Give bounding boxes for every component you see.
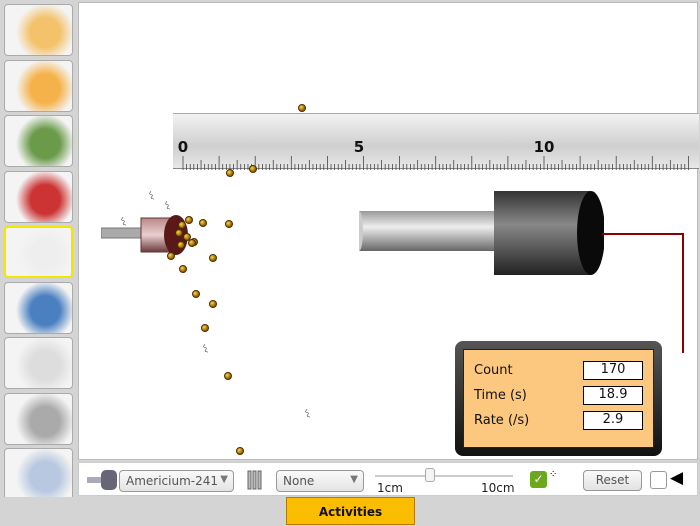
gamma-wave: 〰	[197, 343, 211, 355]
sound-checkbox[interactable]	[650, 471, 667, 489]
absorber-icon	[247, 470, 262, 490]
source-select[interactable]: Americium-241 ▼	[119, 470, 234, 492]
sidebar-item-half-life[interactable]	[4, 337, 73, 389]
sidebar-item-atom-lattice[interactable]	[4, 281, 73, 334]
radiation-icon: ⁘	[549, 469, 558, 480]
absorber-select[interactable]: None ▼	[276, 470, 364, 492]
sidebar-item-cube-3d[interactable]	[4, 170, 73, 223]
radioactive-source[interactable]	[101, 208, 191, 268]
control-bar: Americium-241 ▼ None ▼ 1cm 10cm ✓ ⁘ Reset …	[78, 462, 698, 496]
alpha-particle	[236, 447, 244, 455]
ruler-label-10: 10	[533, 138, 555, 156]
distance-max-label: 10cm	[481, 481, 515, 495]
geiger-detector[interactable]	[359, 189, 604, 279]
ruler-label-5: 5	[353, 138, 365, 156]
rate-value: 2.9	[583, 411, 643, 430]
footer: Activities	[0, 497, 700, 525]
alpha-particle	[209, 254, 217, 262]
alpha-particle	[177, 241, 185, 249]
sidebar-item-decay-chain[interactable]	[4, 392, 73, 445]
alpha-particle	[249, 165, 257, 173]
rate-label: Rate (/s)	[474, 413, 530, 428]
gamma-wave: 〰	[143, 190, 157, 202]
chevron-down-icon: ▼	[350, 474, 358, 485]
alpha-particle	[192, 290, 200, 298]
sidebar-item-nucleus-decay[interactable]	[4, 115, 73, 167]
activities-tab[interactable]: Activities	[286, 497, 415, 525]
alpha-particle	[226, 169, 234, 177]
ruler[interactable]: 0 5 10	[173, 113, 699, 170]
alpha-particle	[209, 300, 217, 308]
alpha-particle	[175, 229, 183, 237]
reset-button[interactable]: Reset	[583, 470, 642, 491]
sidebar	[0, 0, 77, 500]
sidebar-item-source-detector[interactable]	[4, 226, 73, 278]
source-icon	[87, 470, 117, 490]
counter-display: Count 170 Time (s) 18.9 Rate (/s) 2.9	[455, 341, 662, 456]
absorber-select-value: None	[283, 474, 315, 488]
count-value: 170	[583, 361, 643, 380]
alpha-particle	[179, 265, 187, 273]
alpha-particle	[188, 239, 196, 247]
chevron-down-icon: ▼	[220, 474, 228, 485]
simulation-stage: 0 5 10 Count 170 Time (s) 18.9 Rate (/s) 2.…	[78, 2, 699, 460]
show-radiation-checkbox[interactable]: ✓	[530, 471, 547, 488]
gamma-wave: 〰	[299, 408, 313, 420]
detector-wire	[602, 233, 684, 353]
alpha-particle	[185, 216, 193, 224]
sidebar-item-nucleus-zoom[interactable]	[4, 59, 73, 112]
distance-slider-thumb[interactable]	[424, 468, 435, 482]
ruler-ticks	[182, 156, 689, 170]
sidebar-item-scattering[interactable]	[4, 4, 73, 56]
alpha-particle	[298, 104, 306, 112]
alpha-particle	[225, 220, 233, 228]
time-value: 18.9	[583, 386, 643, 405]
count-label: Count	[474, 363, 513, 378]
alpha-particle	[201, 324, 209, 332]
source-select-value: Americium-241	[126, 474, 219, 488]
alpha-particle	[178, 221, 186, 229]
sidebar-item-particles-cloud[interactable]	[4, 448, 73, 500]
distance-slider[interactable]	[375, 468, 513, 482]
alpha-particle	[224, 372, 232, 380]
time-label: Time (s)	[474, 388, 527, 403]
speaker-icon: ◀	[670, 468, 684, 488]
ruler-label-0: 0	[177, 138, 189, 156]
distance-min-label: 1cm	[377, 481, 403, 495]
alpha-particle	[199, 219, 207, 227]
alpha-particle	[167, 252, 175, 260]
